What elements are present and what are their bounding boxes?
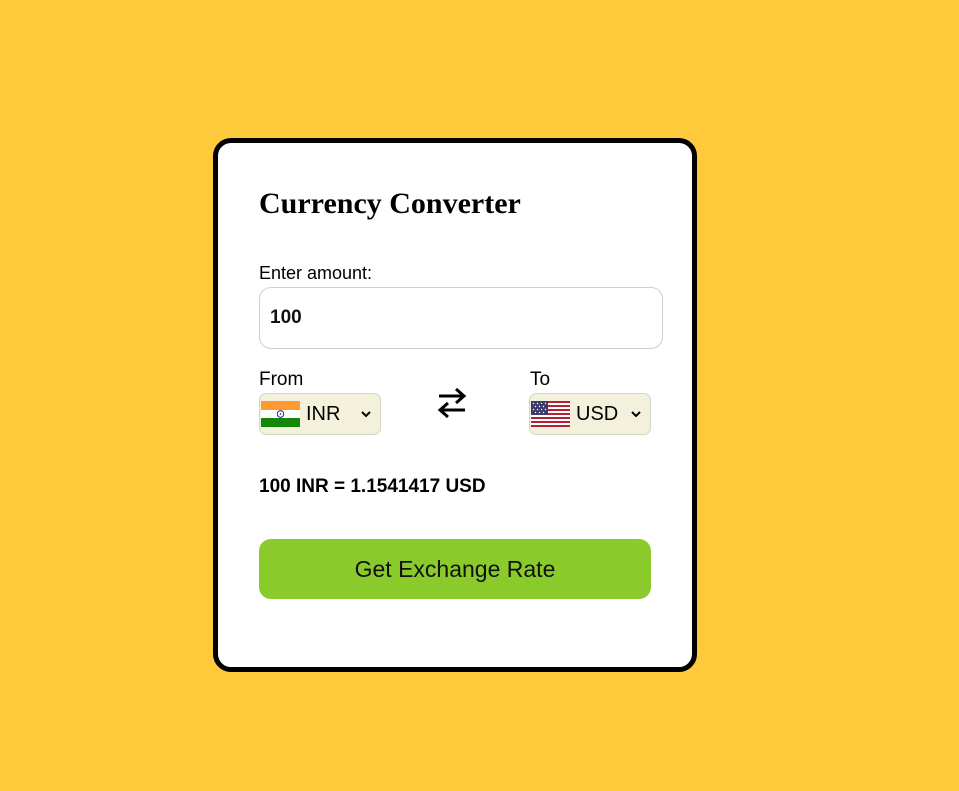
- from-currency-value: INR: [306, 402, 341, 425]
- chevron-down-icon: [361, 411, 371, 418]
- conversion-result: 100 INR = 1.1541417 USD: [259, 476, 486, 497]
- swap-arrows-icon[interactable]: [435, 386, 469, 420]
- usa-flag-icon: [531, 401, 570, 427]
- india-flag-icon: [261, 401, 300, 427]
- chevron-down-icon: [631, 411, 641, 418]
- to-currency-select[interactable]: USD: [529, 393, 651, 435]
- amount-label: Enter amount:: [259, 263, 373, 283]
- from-currency-select[interactable]: INR: [259, 393, 381, 435]
- to-currency-value: USD: [576, 402, 619, 425]
- converter-card: Currency Converter Enter amount: From IN…: [213, 138, 697, 672]
- to-label: To: [530, 369, 551, 390]
- page-title: Currency Converter: [259, 187, 521, 220]
- amount-input[interactable]: [259, 287, 663, 349]
- get-exchange-rate-button[interactable]: Get Exchange Rate: [259, 539, 651, 599]
- from-label: From: [259, 369, 304, 390]
